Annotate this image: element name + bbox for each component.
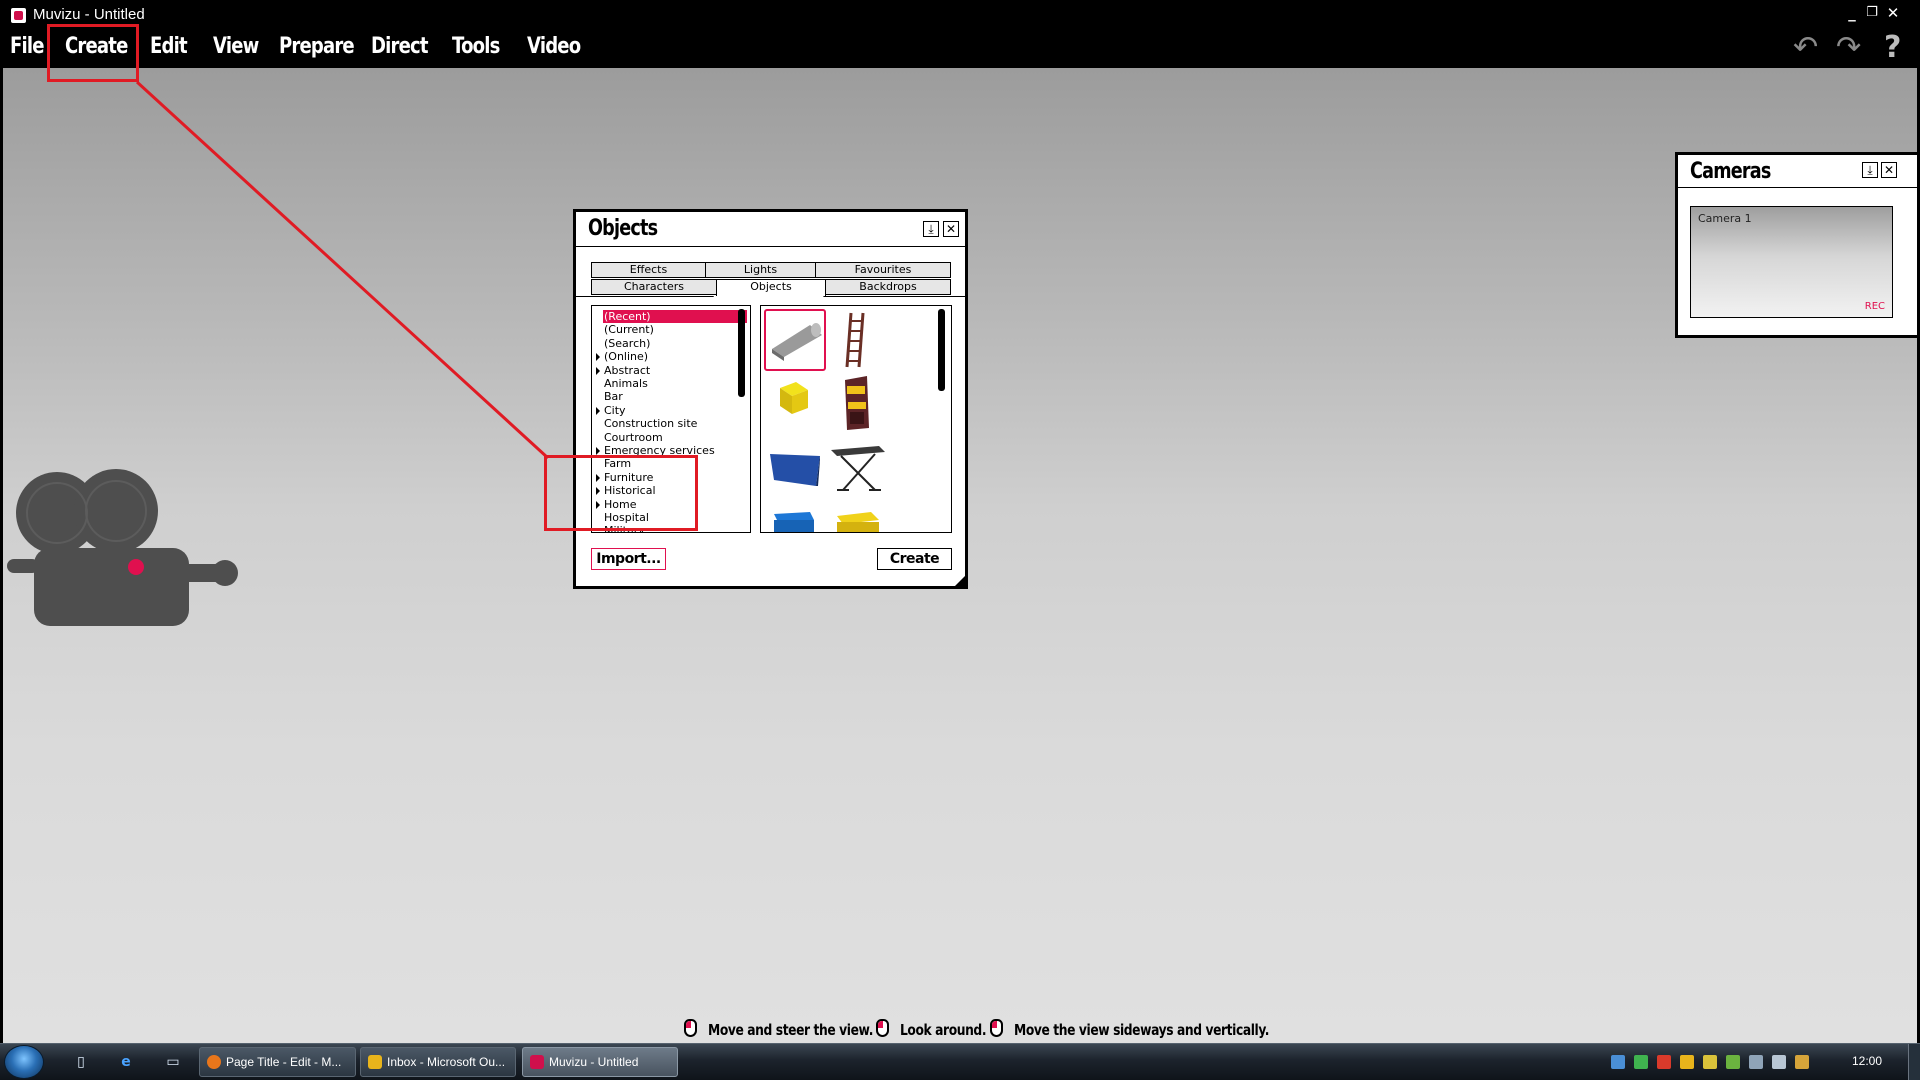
tabs-baseline (576, 296, 965, 297)
taskbar: ▯ e ▭ Page Title - Edit - M... Inbox - M… (0, 1043, 1920, 1080)
scene-viewport[interactable]: Objects ⤓ ✕ Effects Lights Favourites Ch… (3, 68, 1920, 1043)
tab-effects[interactable]: Effects (591, 262, 706, 278)
category-item[interactable]: (Search) (592, 337, 742, 350)
camera-preview[interactable]: Camera 1 REC (1690, 206, 1893, 318)
category-item[interactable]: (Recent) (603, 310, 747, 323)
restore-button[interactable]: ❐ (1863, 4, 1881, 22)
menu-tools[interactable]: Tools (452, 34, 500, 59)
app-logo-icon (11, 8, 26, 23)
tab-backdrops[interactable]: Backdrops (825, 279, 951, 295)
taskbar-window-inbox[interactable]: Inbox - Microsoft Ou... (360, 1047, 516, 1077)
divider (1678, 187, 1917, 188)
panel-title: Cameras (1690, 159, 1771, 184)
pipe-object-thumbnail[interactable] (764, 309, 826, 371)
close-button[interactable]: ✕ (1884, 4, 1902, 22)
minimize-button[interactable]: _ (1843, 4, 1861, 22)
outlook-icon (368, 1055, 382, 1069)
taskbar-window-muvizu[interactable]: Muvizu - Untitled (522, 1047, 678, 1077)
network-tray-icon[interactable] (1611, 1055, 1625, 1069)
panel-title: Objects (588, 216, 658, 241)
taskbar-window-page-title[interactable]: Page Title - Edit - M... (199, 1047, 356, 1077)
internet-explorer-icon[interactable]: e (117, 1053, 135, 1071)
blue-panel-object-thumbnail[interactable] (764, 436, 826, 498)
undo-icon[interactable]: ↶ (1793, 32, 1818, 64)
taskbar-clock[interactable]: 12:00 (1852, 1054, 1882, 1068)
start-button[interactable] (4, 1045, 44, 1079)
category-item[interactable]: Bar (592, 390, 742, 403)
category-scrollbar[interactable] (738, 309, 745, 397)
tab-objects[interactable]: Objects (716, 279, 826, 296)
menu-view[interactable]: View (213, 34, 259, 59)
divider (576, 246, 965, 247)
category-item[interactable]: Abstract (592, 364, 742, 377)
nvidia-tray-icon[interactable] (1726, 1055, 1740, 1069)
category-item[interactable]: Animals (592, 377, 742, 390)
tab-characters[interactable]: Characters (591, 279, 717, 295)
annotation-box-create-menu (47, 24, 139, 82)
blue-box-object-thumbnail[interactable] (764, 500, 826, 532)
taskbar-window-label: Inbox - Microsoft Ou... (387, 1055, 506, 1069)
display-tray-icon[interactable] (1749, 1055, 1763, 1069)
volume-tray-icon[interactable] (1772, 1055, 1786, 1069)
category-item[interactable]: (Current) (592, 323, 742, 336)
messenger-tray-icon[interactable] (1680, 1055, 1694, 1069)
import-button[interactable]: Import... (591, 548, 666, 570)
muvizu-icon (530, 1055, 544, 1069)
menu-file[interactable]: File (10, 34, 44, 59)
tools-tray-icon[interactable] (1657, 1055, 1671, 1069)
close-icon[interactable]: ✕ (1881, 162, 1897, 178)
objects-panel: Objects ⤓ ✕ Effects Lights Favourites Ch… (573, 209, 968, 589)
redo-icon[interactable]: ↷ (1836, 32, 1861, 64)
cameras-panel: Cameras ⤓ ✕ Camera 1 REC (1675, 152, 1920, 338)
security-tray-icon[interactable] (1634, 1055, 1648, 1069)
camera-name: Camera 1 (1698, 212, 1752, 225)
yellow-cube-object-thumbnail[interactable] (764, 372, 826, 434)
category-item[interactable]: City (592, 404, 742, 417)
yellow-box-object-thumbnail[interactable] (827, 500, 889, 532)
hint-move-steer: Move and steer the view. (708, 1021, 873, 1039)
dock-icon[interactable]: ⤓ (923, 221, 939, 237)
resize-grip-icon[interactable] (955, 576, 965, 586)
switch-windows-icon[interactable]: ▭ (164, 1053, 182, 1071)
close-icon[interactable]: ✕ (943, 221, 959, 237)
hint-look-around: Look around. (900, 1021, 987, 1039)
keyboard-stand-object-thumbnail[interactable] (827, 436, 889, 498)
tab-lights[interactable]: Lights (705, 262, 816, 278)
annotation-box-import (544, 455, 698, 531)
rec-indicator: REC (1864, 301, 1885, 312)
category-item[interactable]: (Online) (592, 350, 742, 363)
show-desktop-icon[interactable]: ▯ (72, 1053, 90, 1071)
left-mouse-icon (684, 1019, 697, 1037)
thumbnail-scrollbar[interactable] (938, 309, 945, 391)
show-desktop-button[interactable] (1908, 1044, 1920, 1080)
category-item[interactable]: Courtroom (592, 431, 742, 444)
right-mouse-icon (876, 1019, 889, 1037)
folder-tray-icon[interactable] (1703, 1055, 1717, 1069)
menu-edit[interactable]: Edit (150, 34, 188, 59)
firefox-icon (207, 1055, 221, 1069)
title-bar: Muvizu - Untitled _ ❐ ✕ File Create Edit… (0, 0, 1920, 68)
taskbar-window-label: Muvizu - Untitled (549, 1055, 639, 1069)
ladder-object-thumbnail[interactable] (827, 309, 889, 371)
dock-icon[interactable]: ⤓ (1862, 162, 1878, 178)
help-icon[interactable]: ? (1884, 32, 1901, 64)
menu-video[interactable]: Video (527, 34, 581, 59)
tab-favourites[interactable]: Favourites (815, 262, 951, 278)
middle-mouse-icon (990, 1019, 1003, 1037)
arcade-machine-object-thumbnail[interactable] (827, 372, 889, 434)
taskbar-window-label: Page Title - Edit - M... (226, 1055, 342, 1069)
hint-move-sideways: Move the view sideways and vertically. (1014, 1021, 1270, 1039)
window-title: Muvizu - Untitled (33, 6, 145, 23)
menu-prepare[interactable]: Prepare (279, 34, 355, 59)
action-center-tray-icon[interactable] (1795, 1055, 1809, 1069)
object-thumbnail-grid[interactable] (760, 305, 952, 533)
camera-prop-icon[interactable] (3, 68, 243, 628)
create-button[interactable]: Create (877, 548, 952, 570)
menu-direct[interactable]: Direct (371, 34, 429, 59)
category-item[interactable]: Construction site (592, 417, 742, 430)
